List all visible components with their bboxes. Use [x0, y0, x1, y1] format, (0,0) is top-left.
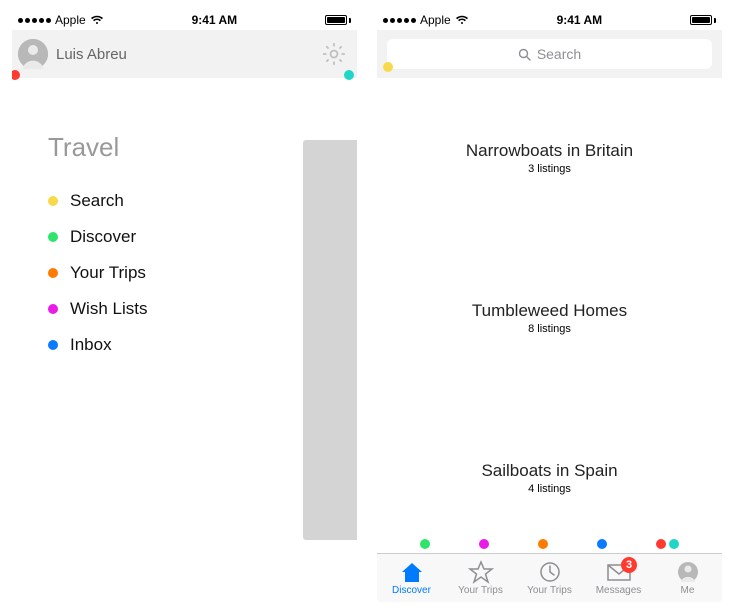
badge: 3	[621, 557, 637, 573]
annotation-dot	[383, 62, 393, 72]
wifi-icon	[455, 15, 469, 25]
carrier-label: Apple	[55, 13, 86, 27]
username-label: Luis Abreu	[56, 46, 127, 63]
section-title: Travel	[48, 132, 261, 163]
settings-button[interactable]	[321, 41, 347, 67]
sidebar-header: Luis Abreu	[12, 30, 357, 78]
discover-list[interactable]: Narrowboats in Britain 3 listings Tumblewe…	[377, 78, 722, 553]
tab-label: Me	[681, 585, 695, 596]
avatar[interactable]	[18, 39, 48, 69]
carrier-label: Apple	[420, 13, 451, 27]
card-title: Tumbleweed Homes	[472, 301, 627, 321]
sidebar-item-label: Inbox	[70, 335, 112, 355]
search-bar: Search	[377, 30, 722, 78]
annotation-row	[377, 539, 722, 549]
sidebar-item-wish-lists[interactable]: Wish Lists	[48, 291, 261, 327]
tab-label: Your Trips	[458, 585, 503, 596]
clock-label: 9:41 AM	[192, 13, 238, 27]
annotation-dot	[656, 539, 666, 549]
signal-icon	[383, 18, 416, 23]
tab-label: Your Trips	[527, 585, 572, 596]
annotation-dot	[420, 539, 430, 549]
content-peek[interactable]	[303, 140, 357, 540]
phone-discover: Apple 9:41 AM Search Narrowboats in Brit…	[377, 10, 722, 602]
search-input[interactable]: Search	[387, 39, 712, 69]
tab-discover[interactable]: Discover	[377, 554, 446, 602]
sidebar-item-your-trips[interactable]: Your Trips	[48, 255, 261, 291]
wifi-icon	[90, 15, 104, 25]
sidebar-item-discover[interactable]: Discover	[48, 219, 261, 255]
tab-label: Discover	[392, 585, 431, 596]
battery-icon	[325, 15, 351, 25]
status-bar: Apple 9:41 AM	[12, 10, 357, 30]
bullet-icon	[48, 232, 58, 242]
tab-messages[interactable]: Messages 3	[584, 554, 653, 602]
bullet-icon	[48, 268, 58, 278]
sidebar-item-search[interactable]: Search	[48, 183, 261, 219]
discover-icon	[399, 560, 425, 584]
status-bar: Apple 9:41 AM	[377, 10, 722, 30]
tab-me[interactable]: Me	[653, 554, 722, 602]
tab-bar: Discover Your Trips Your Trips Messages 3 Me	[377, 553, 722, 602]
discover-card[interactable]: Narrowboats in Britain 3 listings	[377, 78, 722, 238]
sidebar-menu: Travel Search Discover Your Trips Wish List…	[12, 78, 297, 417]
annotation-dot	[344, 70, 354, 80]
signal-icon	[18, 18, 51, 23]
phone-sidebar: Apple 9:41 AM Luis Abreu	[12, 10, 357, 602]
tab-your-trips[interactable]: Your Trips	[446, 554, 515, 602]
search-placeholder: Search	[537, 46, 581, 62]
clock-label: 9:41 AM	[557, 13, 603, 27]
discover-card[interactable]: Sailboats in Spain 4 listings	[377, 398, 722, 553]
card-title: Narrowboats in Britain	[466, 141, 633, 161]
sidebar-item-label: Wish Lists	[70, 299, 147, 319]
sidebar-item-inbox[interactable]: Inbox	[48, 327, 261, 363]
tab-your-trips[interactable]: Your Trips	[515, 554, 584, 602]
card-subtitle: 4 listings	[528, 483, 571, 495]
battery-icon	[690, 15, 716, 25]
annotation-dot	[669, 539, 679, 549]
annotation-dot	[538, 539, 548, 549]
discover-card[interactable]: Tumbleweed Homes 8 listings	[377, 238, 722, 398]
sidebar-item-label: Your Trips	[70, 263, 146, 283]
card-title: Sailboats in Spain	[481, 461, 617, 481]
card-subtitle: 8 listings	[528, 323, 571, 335]
search-icon	[518, 48, 531, 61]
star-icon	[468, 560, 494, 584]
me-icon	[675, 560, 701, 584]
bullet-icon	[48, 340, 58, 350]
tab-label: Messages	[596, 585, 642, 596]
sidebar-item-label: Search	[70, 191, 124, 211]
bullet-icon	[48, 304, 58, 314]
clock-icon	[537, 560, 563, 584]
card-subtitle: 3 listings	[528, 163, 571, 175]
bullet-icon	[48, 196, 58, 206]
annotation-dot	[597, 539, 607, 549]
annotation-dot	[479, 539, 489, 549]
sidebar-item-label: Discover	[70, 227, 136, 247]
